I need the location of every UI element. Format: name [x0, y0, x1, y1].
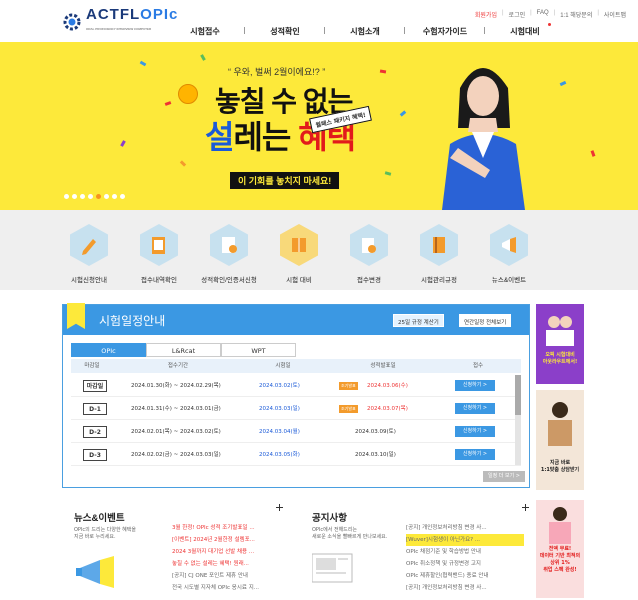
clipboard-check-icon [140, 224, 178, 266]
tab-opic[interactable]: OPIc [71, 343, 146, 357]
quick-certificate[interactable]: 성적확인/인증서신청 [194, 224, 264, 284]
news-title: 뉴스&이벤트 [74, 513, 125, 524]
apply-button[interactable]: 신청하기 > [455, 426, 495, 437]
model-photo [442, 68, 525, 210]
nav-exam-apply[interactable]: 시험접수 [165, 26, 245, 37]
quick-exam-prep[interactable]: 시험 대비 [264, 224, 334, 284]
list-item[interactable]: [공지] 개인정보처리방침 변경 사... [406, 522, 524, 534]
util-faq[interactable]: FAQ [537, 10, 549, 19]
banner-dot[interactable] [64, 194, 69, 199]
util-signup[interactable]: 회원가입 [475, 10, 497, 19]
apply-button[interactable]: 신청하기 > [455, 449, 495, 460]
quick-exam-apply[interactable]: 시험신청안내 [54, 224, 124, 284]
book-icon [280, 224, 318, 266]
news-section: 뉴스&이벤트 OPIc의 드리는 다양한 혜택을 지금 바로 누리세요. 3월 … [62, 498, 287, 600]
nav-guide[interactable]: 수험자가이드 [405, 26, 485, 37]
banner-dot[interactable] [104, 194, 109, 199]
main-nav: 시험접수 성적확인 시험소개 수험자가이드 시험대비 [165, 23, 565, 37]
util-login[interactable]: 로그인 [509, 10, 526, 19]
notice-title: 공지사항 [312, 513, 347, 524]
list-item[interactable]: 2024 3월까지 대기업 선발 채용 ... [172, 546, 290, 558]
apply-button[interactable]: 신청하기 > [455, 403, 495, 414]
list-item[interactable]: 놓칠 수 없는 설레는 혜택! 원래... [172, 558, 290, 570]
nav-prep[interactable]: 시험대비 [485, 23, 565, 37]
list-item[interactable]: 3월 한정! OPIc 성적 조기발표일 ... [172, 522, 290, 534]
table-row: D-3 2024.02.02(금) ~ 2024.03.03(일) 2024.0… [71, 444, 521, 466]
document-icon [312, 553, 353, 583]
util-sitemap[interactable]: 사이트맵 [604, 10, 626, 19]
quick-change[interactable]: 접수변경 [334, 224, 404, 284]
schedule-title: 시험일정안내 [99, 314, 166, 328]
notice-list: [공지] 개인정보처리방침 변경 사... [Wuver]시험생이 아닌가요? … [406, 522, 524, 594]
smiley-icon [178, 84, 198, 104]
rulebook-icon [420, 224, 458, 266]
banner-dot[interactable] [88, 194, 93, 199]
nav-score-check[interactable]: 성적확인 [245, 26, 325, 37]
quick-receipt-check[interactable]: 접수내역확인 [124, 224, 194, 284]
banner-quote: “ 우와, 벌써 2월이에요!? ” [228, 67, 326, 77]
list-item[interactable]: [Wuver]시험생이 아닌가요? ... [406, 534, 524, 546]
annual-schedule-button[interactable]: 연간일정 전체보기 [459, 314, 512, 327]
list-item[interactable]: [공지] 개인정보처리방침 변경 사... [406, 582, 524, 594]
more-schedule-button[interactable]: 일정 더 보기 > [483, 471, 525, 482]
certificate-icon [210, 224, 248, 266]
early-badge: 조기발표 [339, 405, 358, 413]
side-banner-outroute[interactable]: 오픽 시험대비 아웃라우트에서! [536, 304, 584, 384]
rule-calc-button[interactable]: 25일 규정 계산기 [393, 314, 444, 327]
side-banner-free[interactable]: 전액 무료! 데이터 기반 최적의 상위 1% 취업 스펙 완성! [536, 500, 584, 598]
notice-section: 공지사항 OPIc에서 전해드리는 새로운 소식을 빨빠르게 만나보세요. [공… [300, 498, 532, 600]
table-header: 마감일 접수기간 시험일 성적발표일 접수 [71, 359, 521, 373]
banner-dot-active[interactable] [96, 194, 101, 199]
banner-dot[interactable] [120, 194, 125, 199]
tab-wpt[interactable]: WPT [221, 343, 296, 357]
quick-news[interactable]: 뉴스&이벤트 [474, 224, 544, 284]
schedule-panel: 시험일정안내 25일 규정 계산기 연간일정 전체보기 OPIc L&Rcat … [62, 303, 530, 488]
people-icon [546, 316, 574, 346]
banner-dot[interactable] [72, 194, 77, 199]
megaphone-icon [76, 556, 114, 588]
person-icon [549, 507, 571, 544]
swap-icon [350, 224, 388, 266]
news-subtitle: OPIc의 드리는 다양한 혜택을 지금 바로 누리세요. [74, 527, 136, 540]
person-icon [548, 402, 572, 446]
logo[interactable]: ACTFLOPIc ORAL PROFICIENCY INTERVIEW COM… [62, 7, 178, 36]
banner-pagination[interactable] [64, 194, 125, 199]
list-item[interactable]: 전국 시도별 지자체 OPIc 응시료 지... [172, 582, 290, 594]
nav-exam-intro[interactable]: 시험소개 [325, 26, 405, 37]
table-row: D-2 2024.02.01(목) ~ 2024.03.02(토) 2024.0… [71, 421, 521, 443]
utility-menu: 회원가입 | 로그인 | FAQ | 1:1 해당문의 | 사이트맵 [474, 10, 626, 19]
banner-dot[interactable] [80, 194, 85, 199]
side-banner-consult[interactable]: 지금 바로 1:1맞춤 상담받기 [536, 390, 584, 490]
list-item[interactable]: OPIc 제휴할인(협력밴드) 종료 안내 [406, 570, 524, 582]
list-item[interactable]: [이벤트] 2024년 2월한정 설렘포... [172, 534, 290, 546]
gear-logo-icon [63, 13, 81, 31]
news-list: 3월 한정! OPIc 성적 조기발표일 ... [이벤트] 2024년 2월한… [172, 522, 290, 594]
banner-dot[interactable] [112, 194, 117, 199]
schedule-tabs: OPIc L&Rcat WPT [71, 343, 296, 357]
list-item[interactable]: OPIc 취소정책 및 규정변경 고지 [406, 558, 524, 570]
table-scrollbar[interactable] [515, 375, 521, 465]
util-inquiry[interactable]: 1:1 해당문의 [560, 10, 592, 19]
tab-lrcat[interactable]: L&Rcat [146, 343, 221, 357]
notice-more-icon[interactable] [522, 504, 529, 511]
list-item[interactable]: OPIc 채점기준 및 학습방법 안내 [406, 546, 524, 558]
table-row: D-1 2024.01.31(수) ~ 2024.03.01(금) 2024.0… [71, 398, 521, 420]
list-item[interactable]: [공지] CJ ONE 포인트 제휴 안내 [172, 570, 290, 582]
news-more-icon[interactable] [276, 504, 283, 511]
banner-tagline: 이 기회를 놓치지 마세요! [230, 172, 340, 189]
table-row: 마감일 2024.01.30(화) ~ 2024.02.29(목) 2024.0… [71, 375, 521, 397]
megaphone-icon [490, 224, 528, 266]
pencil-icon [70, 224, 108, 266]
notice-subtitle: OPIc에서 전해드리는 새로운 소식을 빨빠르게 만나보세요. [312, 527, 388, 540]
early-badge: 조기발표 [339, 382, 358, 390]
apply-button[interactable]: 신청하기 > [455, 380, 495, 391]
quick-rules[interactable]: 시험관리규정 [404, 224, 474, 284]
